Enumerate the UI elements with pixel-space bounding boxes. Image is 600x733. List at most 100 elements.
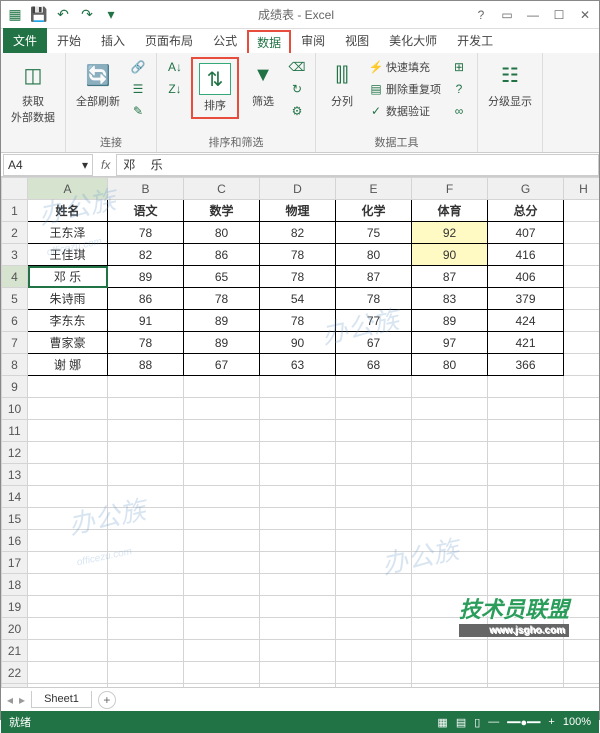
cell[interactable] xyxy=(108,486,184,508)
cell[interactable] xyxy=(108,376,184,398)
cell[interactable] xyxy=(260,530,336,552)
cell[interactable]: 67 xyxy=(336,332,412,354)
cell[interactable] xyxy=(28,662,108,684)
reapply-button[interactable]: ↻ xyxy=(287,79,307,99)
cell[interactable] xyxy=(488,552,564,574)
remove-duplicates-button[interactable]: ▤删除重复项 xyxy=(366,79,443,99)
col-header-C[interactable]: C xyxy=(184,178,260,200)
cell[interactable]: 421 xyxy=(488,332,564,354)
cell[interactable]: 88 xyxy=(108,354,184,376)
cell[interactable] xyxy=(108,684,184,688)
cell[interactable]: 78 xyxy=(108,332,184,354)
col-header-G[interactable]: G xyxy=(488,178,564,200)
tab-dev[interactable]: 开发工 xyxy=(447,28,503,53)
redo-icon[interactable]: ↷ xyxy=(77,5,97,25)
cell[interactable] xyxy=(336,552,412,574)
header-cell[interactable]: 语文 xyxy=(108,200,184,222)
cell[interactable] xyxy=(184,530,260,552)
cell[interactable]: 91 xyxy=(108,310,184,332)
row-header[interactable]: 5 xyxy=(2,288,28,310)
row-header[interactable]: 10 xyxy=(2,398,28,420)
cell[interactable] xyxy=(564,442,600,464)
formula-bar[interactable]: 邓 乐 xyxy=(116,154,599,176)
cell[interactable]: 407 xyxy=(488,222,564,244)
tab-view[interactable]: 视图 xyxy=(335,28,379,53)
cell[interactable] xyxy=(336,508,412,530)
minimize-icon[interactable]: — xyxy=(523,8,543,22)
cell[interactable] xyxy=(108,420,184,442)
cell[interactable] xyxy=(184,662,260,684)
cell[interactable] xyxy=(28,376,108,398)
cell[interactable]: 80 xyxy=(184,222,260,244)
consolidate-button[interactable]: ⊞ xyxy=(449,57,469,77)
row-header[interactable]: 22 xyxy=(2,662,28,684)
cell[interactable] xyxy=(260,662,336,684)
cell[interactable] xyxy=(336,684,412,688)
cell[interactable] xyxy=(564,420,600,442)
row-header[interactable]: 14 xyxy=(2,486,28,508)
cell[interactable]: 67 xyxy=(184,354,260,376)
row-header[interactable]: 19 xyxy=(2,596,28,618)
cell[interactable] xyxy=(28,464,108,486)
cell[interactable] xyxy=(28,574,108,596)
cell[interactable]: 97 xyxy=(412,332,488,354)
add-sheet-button[interactable]: + xyxy=(98,691,116,709)
cell[interactable]: 92 xyxy=(412,222,488,244)
cell[interactable]: 王佳琪 xyxy=(28,244,108,266)
flash-fill-button[interactable]: ⚡快速填充 xyxy=(366,57,432,77)
zoom-out-icon[interactable]: — xyxy=(488,716,499,728)
cell[interactable] xyxy=(108,442,184,464)
cell[interactable] xyxy=(564,640,600,662)
header-cell[interactable]: 化学 xyxy=(336,200,412,222)
row-header[interactable]: 1 xyxy=(2,200,28,222)
select-all-cell[interactable] xyxy=(2,178,28,200)
cell[interactable] xyxy=(336,574,412,596)
row-header[interactable]: 6 xyxy=(2,310,28,332)
cell[interactable] xyxy=(488,398,564,420)
cell[interactable] xyxy=(28,640,108,662)
row-header[interactable]: 12 xyxy=(2,442,28,464)
cell[interactable] xyxy=(488,640,564,662)
cell[interactable] xyxy=(336,530,412,552)
cell[interactable]: 邓 乐 xyxy=(28,266,108,288)
header-cell[interactable]: 姓名 xyxy=(28,200,108,222)
tab-home[interactable]: 开始 xyxy=(47,28,91,53)
tab-formula[interactable]: 公式 xyxy=(203,28,247,53)
col-header-E[interactable]: E xyxy=(336,178,412,200)
cell[interactable] xyxy=(184,552,260,574)
cell[interactable]: 68 xyxy=(336,354,412,376)
save-icon[interactable]: 💾 xyxy=(29,5,49,25)
cell[interactable]: 87 xyxy=(336,266,412,288)
cell[interactable] xyxy=(108,662,184,684)
cell[interactable] xyxy=(488,420,564,442)
cell[interactable] xyxy=(184,464,260,486)
maximize-icon[interactable]: ☐ xyxy=(549,8,569,22)
cell[interactable]: 78 xyxy=(260,244,336,266)
row-header[interactable]: 4 xyxy=(2,266,28,288)
cell[interactable] xyxy=(184,640,260,662)
cell[interactable] xyxy=(108,618,184,640)
zoom-level[interactable]: 100% xyxy=(563,716,591,728)
cell[interactable] xyxy=(336,464,412,486)
row-header[interactable]: 15 xyxy=(2,508,28,530)
cell[interactable]: 89 xyxy=(108,266,184,288)
cell[interactable] xyxy=(412,508,488,530)
header-cell[interactable]: 物理 xyxy=(260,200,336,222)
cell[interactable] xyxy=(336,618,412,640)
cell[interactable] xyxy=(184,442,260,464)
relationships-button[interactable]: ∞ xyxy=(449,101,469,121)
row-header[interactable]: 7 xyxy=(2,332,28,354)
cell[interactable] xyxy=(184,618,260,640)
cell[interactable] xyxy=(108,574,184,596)
cell[interactable]: 406 xyxy=(488,266,564,288)
cell[interactable] xyxy=(28,508,108,530)
cell[interactable] xyxy=(336,486,412,508)
row-header[interactable]: 18 xyxy=(2,574,28,596)
cell[interactable] xyxy=(564,508,600,530)
cell[interactable] xyxy=(108,552,184,574)
cell[interactable] xyxy=(412,530,488,552)
cell[interactable] xyxy=(28,596,108,618)
cell[interactable] xyxy=(260,442,336,464)
cell[interactable]: 谢 娜 xyxy=(28,354,108,376)
cell[interactable]: 82 xyxy=(260,222,336,244)
